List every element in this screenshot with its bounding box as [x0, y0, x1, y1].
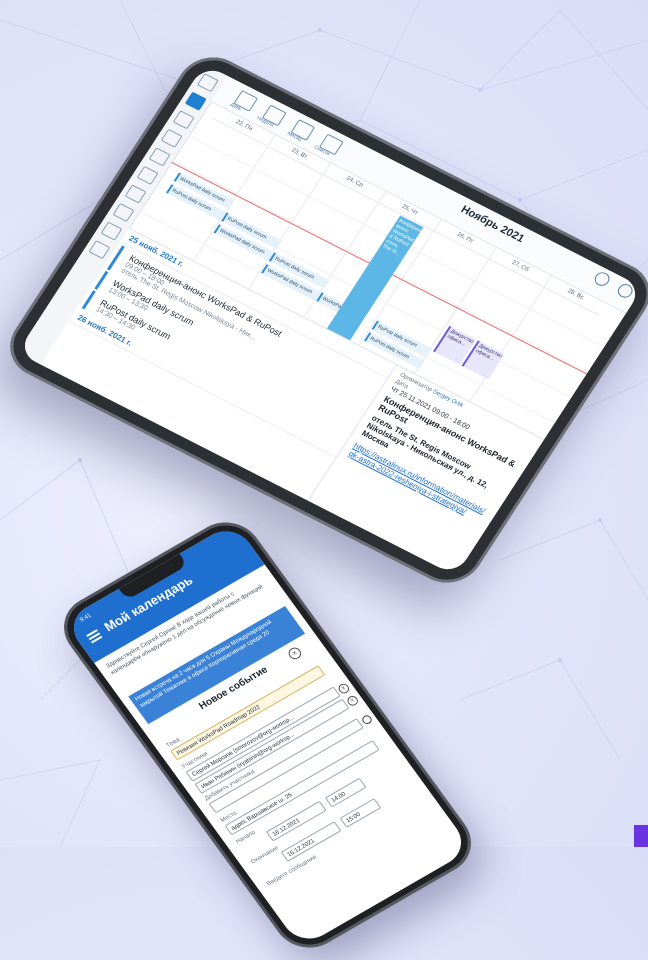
- user-icon[interactable]: [88, 240, 111, 260]
- corner-accent: [634, 825, 648, 847]
- grid-icon[interactable]: [136, 165, 159, 185]
- tasks-icon[interactable]: [160, 128, 183, 148]
- start-time-field[interactable]: 14:00: [324, 777, 367, 808]
- start-label: Начало: [235, 829, 257, 846]
- today-icon[interactable]: [591, 269, 612, 288]
- star-icon[interactable]: [124, 184, 147, 204]
- status-time: 9:41: [79, 612, 93, 624]
- search-icon[interactable]: [360, 713, 374, 726]
- menu-icon[interactable]: [86, 629, 103, 644]
- calendar-icon[interactable]: [184, 91, 207, 111]
- globe-icon[interactable]: [148, 147, 171, 167]
- refresh-icon[interactable]: [615, 281, 636, 300]
- tools-icon[interactable]: [112, 202, 135, 223]
- end-label: Окончание: [249, 845, 280, 866]
- mail-icon[interactable]: [196, 73, 219, 93]
- settings-icon[interactable]: [100, 221, 123, 241]
- contacts-icon[interactable]: [172, 110, 195, 130]
- end-time-field[interactable]: 15:00: [339, 798, 382, 828]
